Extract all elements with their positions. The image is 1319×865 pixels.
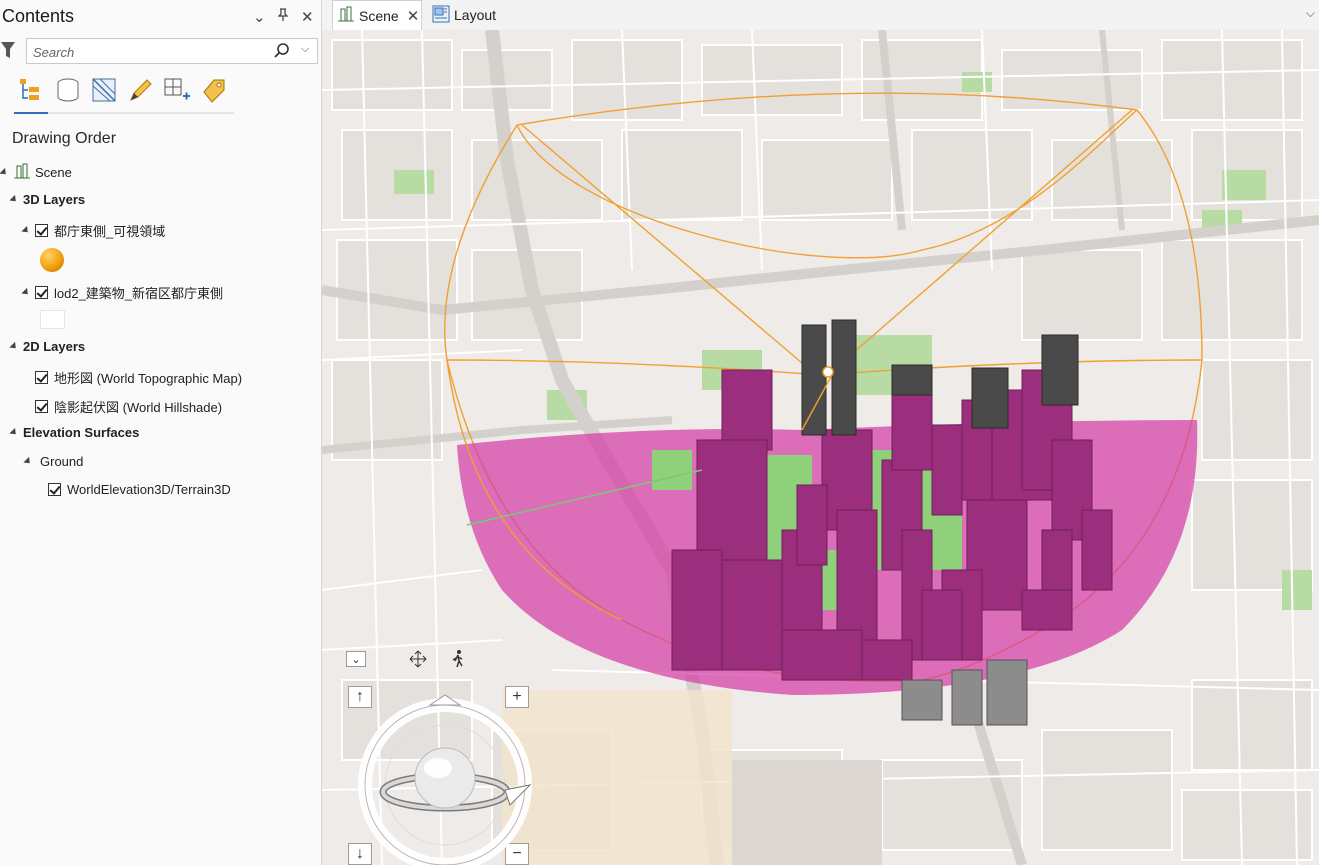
tree-item-label: Elevation Surfaces bbox=[23, 425, 140, 440]
tree-group-elevation-surfaces[interactable]: Elevation Surfaces bbox=[9, 425, 140, 440]
scene-icon bbox=[13, 163, 31, 182]
pane-controls: ⌄ ✕ bbox=[253, 8, 314, 26]
tree-item-label: 都庁東側_可視領域 bbox=[54, 224, 166, 239]
layer-visibility-checkbox[interactable] bbox=[35, 224, 48, 237]
search-input[interactable] bbox=[31, 42, 271, 62]
list-by-selection-icon[interactable] bbox=[90, 76, 118, 104]
contents-pane: Contents ⌄ ✕ ⌵ bbox=[0, 0, 322, 865]
close-icon[interactable]: ✕ bbox=[407, 7, 420, 25]
expand-triangle-icon[interactable] bbox=[9, 194, 19, 205]
list-by-editing-icon[interactable] bbox=[126, 76, 154, 104]
tree-item-label: WorldElevation3D/Terrain3D bbox=[67, 482, 231, 497]
layer-visibility-checkbox[interactable] bbox=[35, 400, 48, 413]
tab-label: Layout bbox=[454, 7, 497, 23]
tree-group-3d-layers[interactable]: 3D Layers bbox=[9, 192, 86, 207]
close-icon[interactable]: ✕ bbox=[301, 8, 314, 26]
tree-item-label: Ground bbox=[40, 454, 84, 469]
tree-item-label: lod2_建築物_新宿区都庁東側 bbox=[54, 286, 224, 301]
expand-triangle-icon[interactable] bbox=[9, 427, 19, 438]
search-icon[interactable] bbox=[273, 42, 291, 65]
chevron-down-icon[interactable]: ⌵ bbox=[1306, 6, 1315, 21]
tab-layout[interactable]: Layout bbox=[430, 0, 496, 30]
chevron-down-icon[interactable]: ⌄ bbox=[346, 651, 366, 667]
tree-item-scene[interactable]: Scene bbox=[0, 163, 72, 182]
tree-item-label: 2D Layers bbox=[23, 339, 86, 354]
tree-item-viewshed-layer[interactable]: 都庁東側_可視領域 bbox=[21, 221, 166, 240]
layout-icon bbox=[432, 5, 450, 26]
expand-triangle-icon[interactable] bbox=[0, 167, 9, 178]
expand-triangle-icon[interactable] bbox=[23, 456, 33, 467]
list-by-drawing-order-icon[interactable] bbox=[16, 76, 44, 104]
list-by-source-icon[interactable] bbox=[54, 76, 82, 104]
tree-item-label: Scene bbox=[35, 165, 72, 180]
pin-icon[interactable] bbox=[277, 8, 289, 26]
tab-scene[interactable]: Scene ✕ bbox=[332, 0, 422, 30]
expand-triangle-icon[interactable] bbox=[21, 287, 31, 298]
white-fill-symbol bbox=[40, 310, 65, 329]
tree-item-label: 陰影起伏図 (World Hillshade) bbox=[54, 400, 223, 415]
tab-label: Scene bbox=[359, 7, 399, 24]
list-by-labeling-icon[interactable] bbox=[200, 76, 228, 104]
tree-item-ground[interactable]: Ground bbox=[23, 454, 84, 469]
tree-item-building-layer[interactable]: lod2_建築物_新宿区都庁東側 bbox=[21, 283, 224, 302]
scene-view[interactable]: ⌄ ↑ + ↓ − bbox=[322, 30, 1319, 865]
scene-icon bbox=[337, 6, 355, 25]
list-by-snapping-icon[interactable] bbox=[162, 76, 190, 104]
toolbar-underline bbox=[14, 112, 234, 114]
expand-triangle-icon[interactable] bbox=[9, 341, 19, 352]
tree-item-label: 3D Layers bbox=[23, 192, 86, 207]
pane-title: Contents bbox=[2, 6, 75, 26]
drawing-order-title: Drawing Order bbox=[12, 130, 117, 147]
orange-sphere-symbol bbox=[40, 248, 64, 272]
filter-icon[interactable] bbox=[0, 40, 18, 62]
tree-item-topographic-layer[interactable]: 地形図 (World Topographic Map) bbox=[35, 368, 242, 387]
tree-item-terrain[interactable]: WorldElevation3D/Terrain3D bbox=[48, 482, 231, 497]
layer-visibility-checkbox[interactable] bbox=[35, 371, 48, 384]
layer-visibility-checkbox[interactable] bbox=[48, 483, 61, 496]
search-box: ⌵ bbox=[26, 38, 318, 64]
view-tab-bar: Scene ✕ Layout ⌵ bbox=[322, 0, 1319, 31]
layer-visibility-checkbox[interactable] bbox=[35, 286, 48, 299]
tree-group-2d-layers[interactable]: 2D Layers bbox=[9, 339, 86, 354]
chevron-down-icon[interactable]: ⌄ bbox=[253, 8, 266, 26]
contents-view-toolbar bbox=[12, 76, 234, 114]
tree-item-label: 地形図 (World Topographic Map) bbox=[54, 371, 243, 386]
tree-item-hillshade-layer[interactable]: 陰影起伏図 (World Hillshade) bbox=[35, 397, 222, 416]
expand-triangle-icon[interactable] bbox=[21, 225, 31, 236]
chevron-down-icon[interactable]: ⌵ bbox=[301, 43, 309, 56]
